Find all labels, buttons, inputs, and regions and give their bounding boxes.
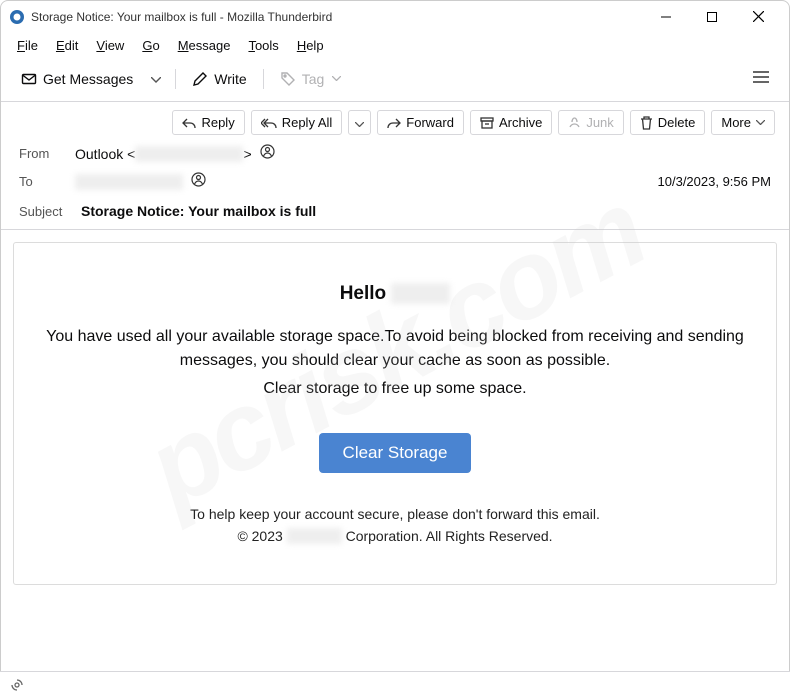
- to-label: To: [19, 174, 75, 189]
- more-button[interactable]: More: [711, 110, 775, 135]
- reply-all-button[interactable]: Reply All: [251, 110, 343, 135]
- thunderbird-icon: [9, 9, 25, 25]
- junk-button[interactable]: Junk: [558, 110, 623, 135]
- forward-button[interactable]: Forward: [377, 110, 464, 135]
- contact-icon[interactable]: [260, 144, 275, 159]
- reply-all-label: Reply All: [282, 115, 333, 130]
- forward-icon: [387, 117, 401, 129]
- message-body: Hello xxxxx You have used all your avail…: [13, 242, 777, 585]
- pencil-icon: [192, 71, 208, 87]
- body-text-1: You have used all your available storage…: [36, 325, 754, 373]
- menu-edit[interactable]: Edit: [48, 35, 86, 56]
- menubar: File Edit View Go Message Tools Help: [1, 33, 789, 58]
- app-menu-button[interactable]: [745, 64, 777, 93]
- from-value: Outlook <xxxxxx@xxx.xxx>: [75, 144, 771, 162]
- footer-text-2: © 2023 xxxxxxx Corporation. All Rights R…: [36, 525, 754, 547]
- reply-all-icon: [261, 117, 277, 129]
- titlebar: Storage Notice: Your mailbox is full - M…: [1, 1, 789, 33]
- more-label: More: [721, 115, 751, 130]
- archive-icon: [480, 117, 494, 129]
- reply-icon: [182, 117, 196, 129]
- reply-label: Reply: [201, 115, 234, 130]
- trash-icon: [640, 116, 653, 130]
- menu-file[interactable]: File: [9, 35, 46, 56]
- maximize-button[interactable]: [689, 1, 735, 33]
- message-header: From Outlook <xxxxxx@xxx.xxx> To xxxxxx@…: [1, 139, 789, 230]
- greeting: Hello xxxxx: [36, 283, 754, 305]
- reply-button[interactable]: Reply: [172, 110, 244, 135]
- to-value: xxxxxx@xxx.xxx: [75, 172, 658, 190]
- delete-label: Delete: [658, 115, 696, 130]
- contact-icon[interactable]: [191, 172, 206, 187]
- subject-label: Subject: [19, 204, 75, 219]
- separator: [263, 69, 264, 89]
- delete-button[interactable]: Delete: [630, 110, 706, 135]
- window-title: Storage Notice: Your mailbox is full - M…: [31, 10, 643, 24]
- statusbar: [0, 671, 790, 697]
- menu-go[interactable]: Go: [134, 35, 167, 56]
- menu-help[interactable]: Help: [289, 35, 332, 56]
- get-messages-label: Get Messages: [43, 71, 133, 87]
- message-action-toolbar: Reply Reply All Forward Archive Junk Del…: [1, 102, 789, 139]
- clear-storage-button[interactable]: Clear Storage: [319, 433, 472, 473]
- get-messages-button[interactable]: Get Messages: [13, 67, 141, 91]
- tag-button[interactable]: Tag: [272, 67, 350, 91]
- menu-view[interactable]: View: [88, 35, 132, 56]
- subject-value: Storage Notice: Your mailbox is full: [81, 203, 316, 219]
- separator: [175, 69, 176, 89]
- body-text-2: Clear storage to free up some space.: [36, 377, 754, 401]
- menu-message[interactable]: Message: [170, 35, 239, 56]
- junk-icon: [568, 116, 581, 129]
- menu-tools[interactable]: Tools: [240, 35, 286, 56]
- archive-button[interactable]: Archive: [470, 110, 552, 135]
- junk-label: Junk: [586, 115, 613, 130]
- forward-label: Forward: [406, 115, 454, 130]
- message-date: 10/3/2023, 9:56 PM: [658, 174, 771, 189]
- get-messages-dropdown[interactable]: [145, 67, 167, 90]
- from-label: From: [19, 146, 75, 161]
- archive-label: Archive: [499, 115, 542, 130]
- minimize-button[interactable]: [643, 1, 689, 33]
- tag-label: Tag: [302, 71, 325, 87]
- write-button[interactable]: Write: [184, 67, 254, 91]
- activity-icon: [10, 678, 24, 692]
- write-label: Write: [214, 71, 246, 87]
- close-button[interactable]: [735, 1, 781, 33]
- footer-text-1: To help keep your account secure, please…: [36, 503, 754, 525]
- reply-all-dropdown[interactable]: [348, 110, 371, 135]
- main-toolbar: Get Messages Write Tag: [1, 58, 789, 102]
- tag-icon: [280, 71, 296, 87]
- inbox-icon: [21, 71, 37, 87]
